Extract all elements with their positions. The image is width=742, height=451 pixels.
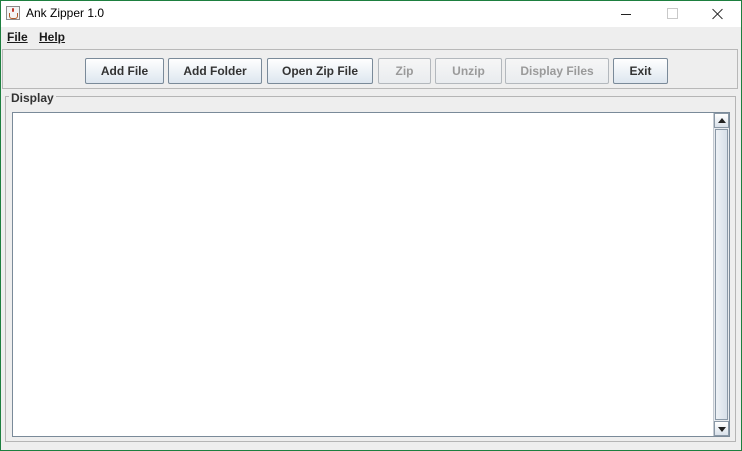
scrollbar-thumb[interactable]	[715, 129, 728, 420]
zip-button[interactable]: Zip	[378, 58, 431, 84]
display-files-button[interactable]: Display Files	[505, 58, 609, 84]
window-title: Ank Zipper 1.0	[26, 6, 105, 20]
open-zip-file-button[interactable]: Open Zip File	[267, 58, 373, 84]
close-button[interactable]	[695, 1, 741, 27]
title-bar[interactable]: Ank Zipper 1.0	[1, 1, 741, 27]
display-group-title: Display	[9, 91, 56, 105]
close-icon	[712, 8, 724, 20]
exit-button[interactable]: Exit	[613, 58, 668, 84]
display-text-area[interactable]	[12, 112, 730, 437]
menu-bar: File Help	[1, 27, 741, 47]
menu-file[interactable]: File	[7, 30, 28, 44]
menu-help[interactable]: Help	[39, 30, 65, 44]
scroll-up-arrow-icon[interactable]	[714, 113, 729, 128]
add-folder-button[interactable]: Add Folder	[168, 58, 262, 84]
unzip-button[interactable]: Unzip	[435, 58, 502, 84]
minimize-icon[interactable]	[603, 1, 649, 27]
toolbar: Add File Add Folder Open Zip File Zip Un…	[2, 49, 738, 89]
java-cup-icon	[6, 6, 20, 20]
add-file-button[interactable]: Add File	[85, 58, 164, 84]
vertical-scrollbar[interactable]	[713, 113, 729, 436]
maximize-icon[interactable]	[649, 1, 695, 27]
scroll-down-arrow-icon[interactable]	[714, 421, 729, 436]
